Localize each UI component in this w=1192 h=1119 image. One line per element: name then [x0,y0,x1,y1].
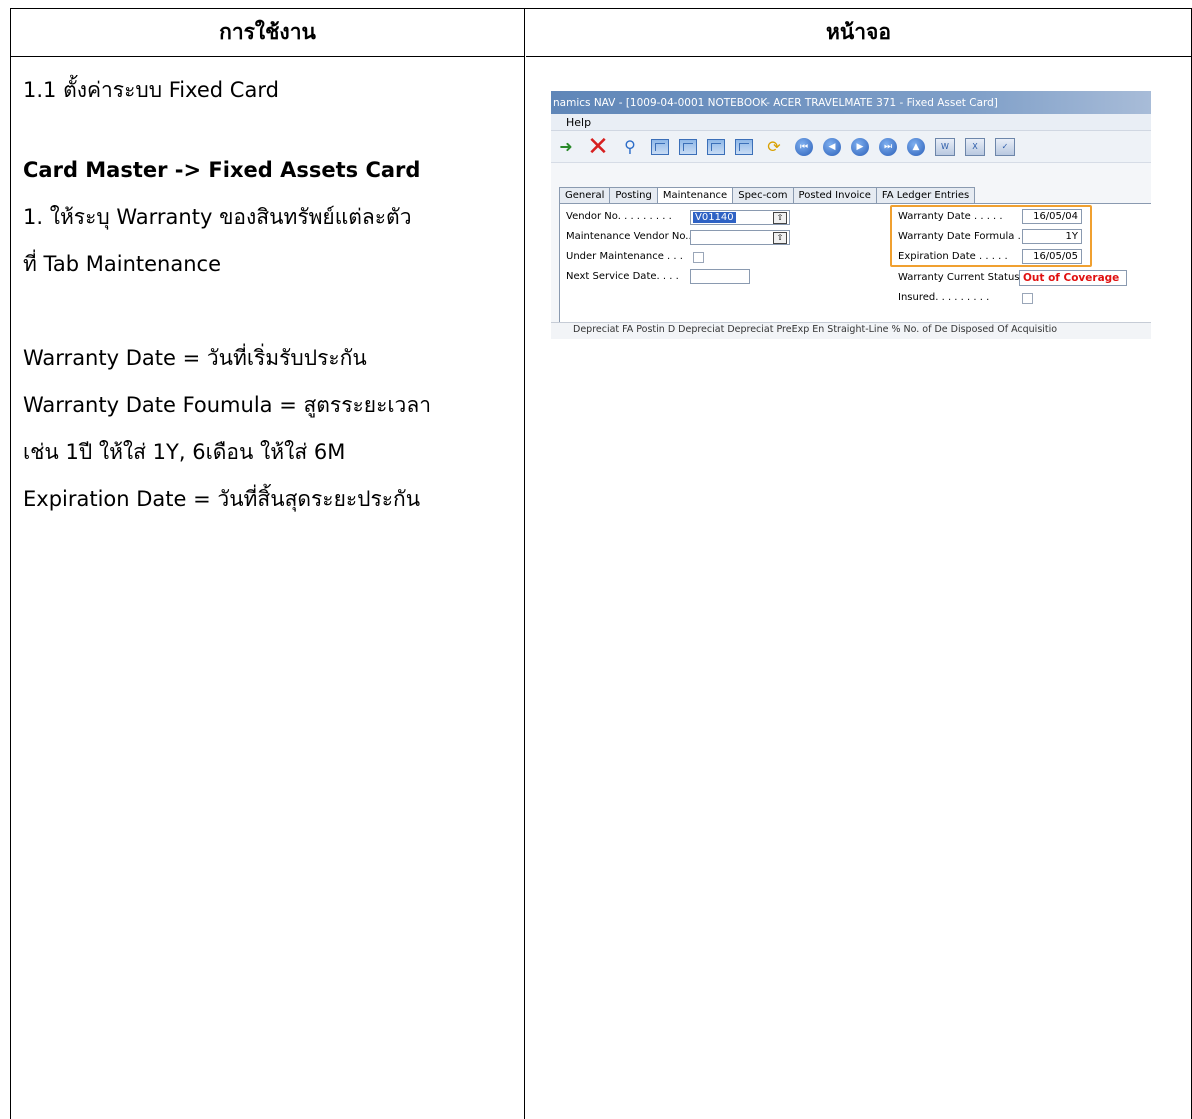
formula-example: เช่น 1ปี ให้ใส่ 1Y, 6เดือน ให้ใส่ 6M [23,440,346,464]
previous-record-icon[interactable]: ◀ [823,137,841,156]
under-maintenance-label: Under Maintenance . . . [566,251,683,262]
tab-strip: General Posting Maintenance Spec-com Pos… [559,187,1151,204]
next-service-date-field[interactable] [690,269,750,284]
instruction-line-1: 1. ให้ระบุ Warranty ของสินทรัพย์แต่ละตัว [23,205,412,229]
section-title: 1.1 ตั้งค่าระบบ Fixed Card [23,78,279,102]
tab-spec-com[interactable]: Spec-com [732,187,793,204]
screen-header: หน้าจอ [526,9,1191,57]
tab-posting[interactable]: Posting [609,187,657,204]
table-icon[interactable] [651,138,669,155]
expiration-date-field[interactable]: 16/05/05 [1022,249,1082,264]
table-view-icon[interactable] [735,138,753,155]
insured-checkbox[interactable] [1022,293,1033,304]
expiration-date-label: Expiration Date . . . . . [898,251,1008,262]
toolbar: ➜ ✕ ⚲ ⟳ ⏮ ◀ ▶ ⏭ ▲ W X ✓ [551,131,1151,163]
last-record-icon[interactable]: ⏭ [879,137,897,156]
excel-export-icon[interactable]: X [965,137,985,156]
next-record-icon[interactable]: ▶ [851,137,869,156]
maintenance-vendor-lookup-button[interactable]: ⇧ [773,232,787,244]
maintenance-vendor-label: Maintenance Vendor No.. [566,231,692,242]
tab-fa-ledger-entries[interactable]: FA Ledger Entries [875,187,976,204]
doc-check-icon[interactable]: ✓ [995,137,1015,156]
card-body: General Posting Maintenance Spec-com Pos… [559,187,1151,330]
warranty-date-label: Warranty Date . . . . . [898,211,1003,222]
next-service-date-label: Next Service Date. . . . [566,271,679,282]
warranty-formula-desc: Warranty Date Foumula = สูตรระยะเวลา [23,393,431,417]
usage-column: การใช้งาน 1.1 ตั้งค่าระบบ Fixed Card Car… [11,9,525,1119]
menu-path: Card Master -> Fixed Assets Card [23,158,421,182]
under-maintenance-checkbox[interactable] [693,252,704,263]
table-new-icon[interactable] [707,138,725,155]
warranty-status-field: Out of Coverage [1019,270,1127,286]
warranty-status-label: Warranty Current Status [898,272,1020,283]
vendor-lookup-button[interactable]: ⇧ [773,212,787,224]
window-title: namics NAV - [1009-04-0001 NOTEBOOK- ACE… [551,91,1151,114]
menu-bar: Help [551,114,1151,131]
usage-header: การใช้งาน [11,9,524,57]
screen-column: หน้าจอ namics NAV - [1009-04-0001 NOTEBO… [526,9,1191,1119]
warranty-formula-label: Warranty Date Formula . [898,231,1021,242]
up-icon[interactable]: ▲ [907,137,925,156]
maintenance-panel: Vendor No. . . . . . . . . V01140 ⇧ Main… [559,203,1151,325]
table-edit-icon[interactable] [679,138,697,155]
warranty-formula-field[interactable]: 1Y [1022,229,1082,244]
tab-posted-invoice[interactable]: Posted Invoice [792,187,876,204]
menu-help[interactable]: Help [566,116,591,129]
insured-label: Insured. . . . . . . . . [898,292,990,303]
vendor-no-label: Vendor No. . . . . . . . . [566,211,672,222]
warranty-date-field[interactable]: 16/05/04 [1022,209,1082,224]
instruction-line-2: ที่ Tab Maintenance [23,252,221,276]
usage-content: 1.1 ตั้งค่าระบบ Fixed Card Card Master -… [23,67,516,523]
nav-screenshot: namics NAV - [1009-04-0001 NOTEBOOK- ACE… [551,91,1151,339]
enter-icon[interactable]: ➜ [555,136,577,158]
refresh-icon[interactable]: ⟳ [763,136,785,158]
search-icon[interactable]: ⚲ [619,136,641,158]
tab-general[interactable]: General [559,187,610,204]
ledger-grid-header: Depreciat FA Postin D Depreciat Deprecia… [551,322,1151,339]
first-record-icon[interactable]: ⏮ [795,137,813,156]
warranty-date-desc: Warranty Date = วันที่เริ่มรับประกัน [23,346,367,370]
word-export-icon[interactable]: W [935,137,955,156]
expiration-desc: Expiration Date = วันที่สิ้นสุดระยะประกั… [23,487,421,511]
delete-icon[interactable]: ✕ [587,132,609,162]
tab-maintenance[interactable]: Maintenance [656,187,733,204]
document-table: การใช้งาน 1.1 ตั้งค่าระบบ Fixed Card Car… [10,8,1192,1119]
